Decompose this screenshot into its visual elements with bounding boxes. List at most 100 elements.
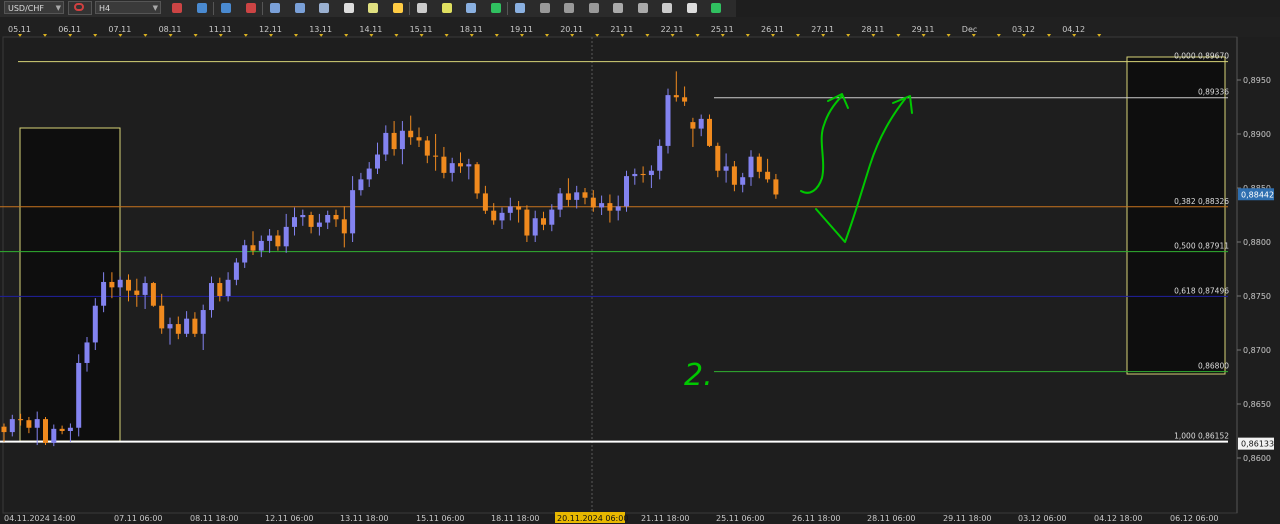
- toolbar: USD/CHF ▼ H4 ▼: [0, 0, 736, 18]
- candle-body: [59, 428, 65, 431]
- pen-icon[interactable]: [662, 3, 672, 13]
- candle-body: [491, 210, 497, 221]
- candle-body: [258, 240, 264, 251]
- fib-level-label: 0,86800: [1198, 362, 1229, 371]
- candle-body: [565, 193, 571, 200]
- eraser-icon[interactable]: [686, 3, 697, 13]
- time-axis-label: 29.11 18:00: [943, 514, 992, 523]
- time-axis-label: 13.11 18:00: [340, 514, 389, 523]
- price-chart[interactable]: 05.11 06.11 07.11 08.11 11.11 12.11 13.11 14.11…: [0, 17, 1280, 524]
- candle-body: [723, 166, 729, 171]
- price-tick-label: 0,8800: [1243, 238, 1271, 247]
- candle-body: [150, 283, 156, 306]
- candle-body: [43, 419, 48, 443]
- candle-body: [482, 193, 488, 211]
- candle-body: [773, 179, 779, 195]
- candle-body: [67, 427, 73, 431]
- candle-body: [748, 156, 754, 178]
- chevron-down-icon: ▼: [55, 4, 61, 12]
- text-icon[interactable]: [368, 3, 378, 13]
- candle-body: [250, 245, 256, 251]
- fib-level-label: 1,000 0,86152: [1174, 432, 1229, 441]
- top-date-label: 08.11: [159, 25, 182, 34]
- price-tick-label: 0,8950: [1243, 76, 1271, 85]
- candle-body: [665, 95, 671, 146]
- layout-icon[interactable]: [515, 3, 525, 13]
- crosshair-icon[interactable]: [319, 3, 329, 13]
- candle-body: [217, 283, 223, 296]
- top-date-label: 28.11: [861, 25, 884, 34]
- shapes-icon[interactable]: [466, 3, 476, 13]
- candle-body: [167, 324, 173, 329]
- fib-level-label: 0,89336: [1198, 88, 1229, 97]
- zoom-in-icon[interactable]: [270, 3, 280, 13]
- low-price-label: 0,86133: [1241, 440, 1274, 449]
- window-icon[interactable]: [588, 3, 599, 13]
- top-date-label: 15.11: [410, 25, 433, 34]
- time-axis-label: 28.11 06:00: [867, 514, 916, 523]
- candle-body: [101, 281, 107, 306]
- candle-body: [715, 145, 721, 171]
- top-date-label: 26.11: [761, 25, 784, 34]
- bars-icon[interactable]: [245, 3, 256, 13]
- candle-body: [599, 203, 605, 208]
- candle-body: [682, 97, 688, 102]
- candle-body: [142, 283, 148, 295]
- candle-body: [707, 118, 712, 146]
- candle-body: [532, 218, 538, 236]
- price-tick-label: 0,8900: [1243, 130, 1271, 139]
- color-icon[interactable]: [417, 3, 427, 13]
- candle-body: [51, 428, 57, 443]
- candle-body: [283, 226, 289, 247]
- price-tick-label: 0,8650: [1243, 400, 1271, 409]
- top-date-label: 12.11: [259, 25, 282, 34]
- top-date-label: 14.11: [359, 25, 382, 34]
- chart-type-icon[interactable]: [172, 3, 182, 13]
- draw-line-icon[interactable]: [441, 3, 452, 13]
- cursor-icon[interactable]: [343, 3, 354, 13]
- indicators-icon[interactable]: [392, 3, 403, 13]
- candle-body: [84, 342, 90, 363]
- top-date-label: 06.11: [58, 25, 81, 34]
- dots-icon[interactable]: [637, 3, 648, 13]
- link-icon[interactable]: [196, 3, 207, 13]
- grid-icon[interactable]: [490, 3, 501, 13]
- candle-body: [375, 154, 380, 169]
- more-icon[interactable]: [711, 3, 721, 13]
- pointer-icon[interactable]: [539, 3, 550, 13]
- candle-body: [358, 179, 364, 191]
- candle-body: [184, 318, 190, 334]
- top-date-label: 29.11: [912, 25, 935, 34]
- top-date-label: 11.11: [209, 25, 232, 34]
- zoom-out-icon[interactable]: [294, 3, 305, 13]
- candle: [474, 162, 480, 199]
- candle-body: [740, 177, 746, 185]
- price-tick-label: 0,8600: [1243, 454, 1271, 463]
- fib-frame-right: [1126, 56, 1226, 375]
- time-axis-label: 15.11 06:00: [416, 514, 465, 523]
- candle-body: [516, 206, 522, 210]
- fib-level-label: 0,500 0,87911: [1174, 242, 1229, 251]
- time-axis-label: 08.11 18:00: [190, 514, 239, 523]
- candle-body: [117, 279, 123, 288]
- candle-body: [225, 279, 231, 296]
- time-axis-label: 18.11 18:00: [491, 514, 540, 523]
- top-date-label: 22.11: [661, 25, 684, 34]
- candles-icon[interactable]: [221, 3, 231, 13]
- timeframe-selector[interactable]: H4 ▼: [95, 1, 161, 14]
- candle-body: [200, 310, 206, 334]
- magic-icon[interactable]: [564, 3, 574, 13]
- link-button[interactable]: [68, 1, 92, 15]
- candle-body: [458, 163, 463, 167]
- time-axis-label: 06.12 06:00: [1170, 514, 1219, 523]
- symbol-selector[interactable]: USD/CHF ▼: [4, 1, 64, 14]
- candle-body: [657, 145, 663, 171]
- candle-body: [640, 173, 646, 176]
- fib-level-label: 0,618 0,87496: [1174, 286, 1229, 295]
- chevron-down-icon: ▼: [152, 4, 158, 12]
- candle-body: [109, 281, 115, 288]
- candle-body: [341, 219, 347, 234]
- candle-body: [26, 420, 32, 428]
- candle-body: [648, 170, 654, 176]
- ellipse-icon[interactable]: [613, 3, 623, 13]
